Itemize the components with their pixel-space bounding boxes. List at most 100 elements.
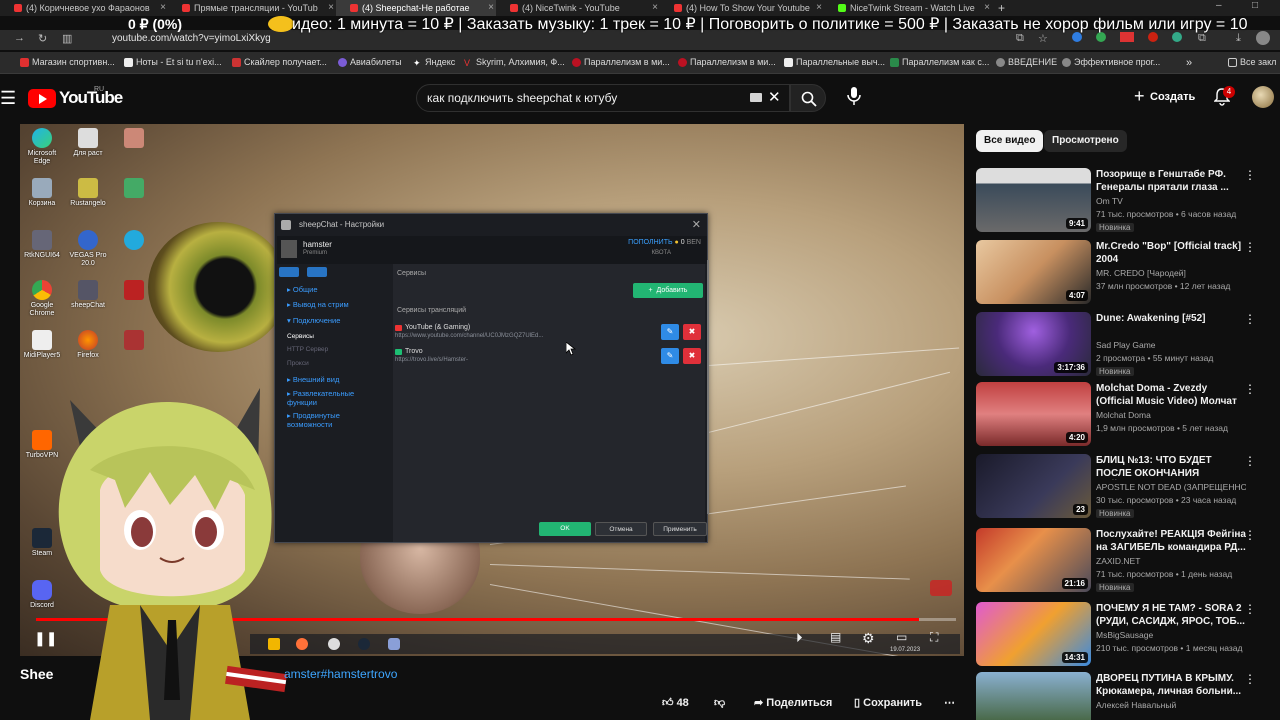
bookmark-item[interactable]: Параллелизм как с... [890,57,989,67]
bookmark-item[interactable]: Параллельные выч... [784,57,885,67]
ok-button[interactable]: OK [539,522,591,536]
youtube-logo-text[interactable]: YouTube [59,88,123,108]
more-actions-icon[interactable]: ⋯ [944,696,955,709]
autoplay-toggle-icon[interactable]: ⏵ [796,630,803,646]
nav-proxy[interactable]: Прокси [287,359,309,368]
nav-entertainment[interactable]: ▸ Развлекательные функции [287,389,377,407]
apply-button[interactable]: Применить [653,522,707,536]
service-row[interactable]: YouTube (& Gaming) https://www.youtube.c… [395,324,703,346]
account-avatar[interactable] [1252,86,1274,108]
nav-general[interactable]: ▸ Общие [287,285,318,294]
create-button[interactable]: Создать [1132,85,1195,108]
nav-connection[interactable]: ▾ Подключение [287,316,340,325]
hamburger-menu-icon[interactable]: ☰ [0,88,16,109]
desktop-icon[interactable] [112,178,156,200]
keyboard-icon[interactable] [750,93,762,102]
like-button[interactable]: 👍︎ 48 [662,696,689,709]
bookmark-item[interactable]: Магазин спортивн... [20,57,115,67]
youtube-logo-icon[interactable] [28,89,56,108]
site-info-icon[interactable]: ▥ [62,32,72,45]
cancel-button[interactable]: Отмена [595,522,647,536]
recommendation-item[interactable]: 3:17:36 Dune: Awakening [#52] Sad Play G… [976,312,1276,380]
video-hashtags[interactable]: amster#hamstertrovo [284,667,397,681]
bookmark-item[interactable]: V Skyrim, Алхимия, Ф... [464,57,565,68]
save-button[interactable]: ▯ Сохранить [854,696,922,709]
nav-services[interactable]: Сервисы [287,332,314,341]
clear-search-icon[interactable]: ✕ [768,88,781,106]
recommendation-item[interactable]: 9:41 Позорище в Генштабе РФ. Генералы пр… [976,168,1276,236]
sidebar-button[interactable] [279,267,299,277]
profile-avatar-icon[interactable] [1256,31,1270,45]
bookmark-item[interactable]: Эффективное прог... [1062,57,1160,67]
desktop-icon[interactable]: Корзина [20,178,64,208]
video-thumbnail[interactable]: 14:31 [976,602,1091,666]
more-options-icon[interactable]: ⋮ [1244,528,1256,542]
edit-service-button[interactable]: ✎ [661,324,679,340]
bookmark-item[interactable]: Скайлер получает... [232,57,327,67]
bookmark-item[interactable]: ✦ Яндекс [413,57,455,68]
more-options-icon[interactable]: ⋮ [1244,240,1256,254]
nav-advanced[interactable]: ▸ Продвинутые возможности [287,411,377,429]
desktop-icon[interactable] [112,128,156,150]
share-button[interactable]: ➦ Поделиться [754,696,832,709]
reload-icon[interactable]: ↻ [38,32,47,45]
bookmark-item[interactable]: Ноты - Et si tu n'exi... [124,57,222,67]
minimize-icon[interactable]: – [1216,0,1222,11]
desktop-icon[interactable]: Microsoft Edge [20,128,64,166]
settings-gear-icon[interactable]: ⚙ [862,630,875,647]
add-service-button[interactable]: + Добавить [633,283,703,298]
desktop-icon[interactable] [112,230,156,252]
nav-http-server[interactable]: HTTP Сервер [287,345,328,354]
desktop-icon[interactable]: VEGAS Pro 20.0 [66,230,110,268]
more-bookmarks-icon[interactable]: » [1186,57,1192,69]
subtitles-icon[interactable]: ▤ [830,630,841,644]
chip-all-videos[interactable]: Все видео [976,130,1044,152]
all-bookmarks-folder[interactable]: Все закл [1228,57,1276,67]
video-thumbnail[interactable]: 3:17:36 [976,312,1091,376]
bookmark-item[interactable]: ВВЕДЕНИЕ [996,57,1057,67]
bookmark-item[interactable]: Параллелизм в ми... [572,57,670,67]
more-options-icon[interactable]: ⋮ [1244,382,1256,396]
recommendation-item[interactable]: 23 БЛИЦ №13: ЧТО БУДЕТ ПОСЛЕ ОКОНЧАНИЯ В… [976,454,1276,522]
url-field[interactable]: youtube.com/watch?v=yimoLxiXkyg [112,33,271,44]
more-options-icon[interactable]: ⋮ [1244,672,1256,686]
more-options-icon[interactable]: ⋮ [1244,454,1256,468]
desktop-icon[interactable] [112,280,156,302]
recommendation-item[interactable]: 4:20 Molchat Doma - Zvezdy (Official Mus… [976,382,1276,450]
search-button[interactable] [790,84,826,112]
desktop-icon[interactable]: Firefox [66,330,110,360]
desktop-icon[interactable] [112,330,156,352]
scrollbar[interactable] [707,260,709,514]
desktop-icon[interactable]: Для раст [66,128,110,158]
dislike-button[interactable]: 👎︎ [714,696,725,709]
service-row[interactable]: Trovo https://trovo.live/s/Hamster- ✎ ✖ [395,348,703,370]
close-tab-icon[interactable]: × [160,0,166,16]
desktop-icon[interactable]: Google Chrome [20,280,64,318]
video-thumbnail[interactable] [976,672,1091,720]
theater-mode-icon[interactable]: ▭ [896,630,907,644]
back-icon[interactable]: → [14,32,25,44]
fullscreen-icon[interactable]: ⛶ [930,630,938,645]
browser-tab[interactable]: (4) Коричневое ухо Фараонов × [0,0,168,16]
recommendation-item[interactable]: 21:16 Послухайте! РЕАКЦІЯ Фейгіна на ЗАГ… [976,528,1276,596]
topup-link[interactable]: ПОПОЛНИТЬ ● 0 BEN [628,239,701,246]
video-thumbnail[interactable]: 4:20 [976,382,1091,446]
video-thumbnail[interactable]: 4:07 [976,240,1091,304]
maximize-icon[interactable]: □ [1252,0,1258,11]
more-options-icon[interactable]: ⋮ [1244,602,1256,616]
video-thumbnail[interactable]: 21:16 [976,528,1091,592]
desktop-icon[interactable]: Rustangelo [66,178,110,208]
chip-viewed[interactable]: Просмотрено [1044,130,1127,152]
recommendation-item[interactable]: 14:31 ПОЧЕМУ Я НЕ ТАМ? - SORA 2 (РУДИ, С… [976,602,1276,670]
delete-service-button[interactable]: ✖ [683,348,701,364]
video-thumbnail[interactable]: 23 [976,454,1091,518]
more-options-icon[interactable]: ⋮ [1244,168,1256,182]
bookmark-item[interactable]: Авиабилеты [338,57,402,67]
desktop-icon[interactable]: sheepChat [66,280,110,310]
nav-stream-output[interactable]: ▸ Вывод на стрим [287,300,349,309]
recommendation-item[interactable]: 4:07 Mr.Credo "Bop" [Official track] 200… [976,240,1276,308]
bookmark-item[interactable]: Параллелизм в ми... [678,57,776,67]
desktop-icon[interactable]: MidiPlayer5 [20,330,64,360]
sidebar-save-button[interactable] [307,267,327,277]
microphone-icon[interactable] [846,86,862,106]
